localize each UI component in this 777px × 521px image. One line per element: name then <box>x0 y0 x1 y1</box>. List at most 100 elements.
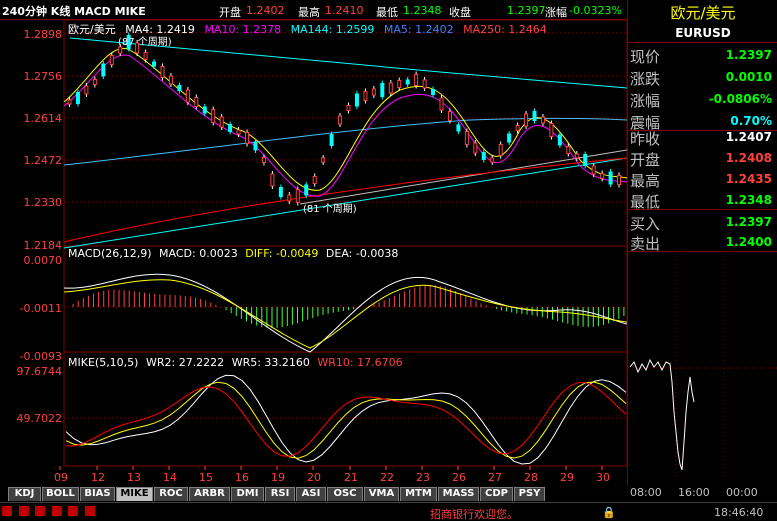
tab-osc[interactable]: OSC <box>327 487 363 501</box>
tab-kdj[interactable]: KDJ <box>8 487 41 501</box>
candle <box>591 165 596 175</box>
x-axis-label: 23 <box>416 471 430 484</box>
trough-annotation: (81 个周期) <box>303 203 357 215</box>
ma4-value: MA4: 1.2419 <box>125 23 195 36</box>
time-label: 16:00 <box>678 486 710 499</box>
low-value: 1.2348 <box>403 4 442 17</box>
candle <box>354 93 359 107</box>
candle <box>380 83 385 97</box>
x-axis-label: 28 <box>524 471 538 484</box>
quote-row: 涨幅 -0.0806% <box>628 88 777 110</box>
tab-psy[interactable]: PSY <box>514 487 545 501</box>
x-axis-ticks <box>59 466 603 470</box>
window-icon[interactable] <box>2 506 12 516</box>
instrument-code: EURUSD <box>675 26 731 40</box>
window-icon[interactable] <box>84 506 95 516</box>
candle <box>414 74 419 86</box>
window-icon[interactable] <box>68 506 78 516</box>
candle <box>152 61 157 67</box>
status-time: 18:46:40 <box>714 506 764 519</box>
close-label: 收盘 <box>449 6 471 19</box>
quote-label: 开盘 <box>630 151 661 169</box>
x-axis-label: 30 <box>596 471 610 484</box>
change-label: 涨幅 <box>545 6 567 19</box>
tab-rsi[interactable]: RSI <box>265 487 295 501</box>
quote-side-panel: 欧元/美元 EURUSD 现价 1.2397 涨跌 0.0010 涨幅 -0.0806% 震… <box>627 0 777 499</box>
tab-dmi[interactable]: DMI <box>231 487 264 501</box>
candle <box>557 134 562 146</box>
candle <box>287 194 292 202</box>
tab-mass[interactable]: MASS <box>438 487 479 501</box>
candle <box>185 89 190 103</box>
x-axis-label: 16 <box>235 471 249 484</box>
tab-boll[interactable]: BOLL <box>42 487 79 501</box>
candle <box>363 91 368 101</box>
candle <box>236 129 241 135</box>
candle <box>388 82 393 94</box>
chart-title-bar: 240分钟 K线 MACD MIKE 开盘 1.2402 最高 1.2410 最… <box>0 0 627 20</box>
tab-asi[interactable]: ASI <box>296 487 326 501</box>
candle <box>211 109 216 123</box>
candle <box>397 80 402 88</box>
quote-value: 1.2407 <box>725 130 772 144</box>
mike-title: MIKE(5,10,5) <box>68 356 139 369</box>
x-axis-label: 13 <box>127 471 141 484</box>
tab-bias[interactable]: BIAS <box>80 487 115 501</box>
candle <box>168 75 173 85</box>
main-legend: 欧元/美元 MA4: 1.2419 MA10: 1.2378 MA144: 1.… <box>68 21 547 37</box>
quote-row: 开盘 1.2408 <box>628 147 777 169</box>
quote-row: 现价 1.2397 <box>628 44 777 66</box>
candle <box>617 175 622 185</box>
tab-cdp[interactable]: CDP <box>480 487 513 501</box>
ma144-value: MA144: 1.2599 <box>290 23 375 36</box>
candle <box>481 152 486 160</box>
quote-value: 1.2408 <box>725 151 772 165</box>
mike-legend: MIKE(5,10,5) WR2: 27.2222 WR5: 33.2160 W… <box>68 356 403 369</box>
symbol-label: 欧元/美元 <box>68 23 116 36</box>
candle <box>219 116 224 128</box>
x-axis-label: 26 <box>452 471 466 484</box>
tab-mtm[interactable]: MTM <box>400 487 437 501</box>
quote-label: 最高 <box>630 172 661 190</box>
x-axis-label: 09 <box>54 471 68 484</box>
x-axis-label: 19 <box>271 471 285 484</box>
tab-mike[interactable]: MIKE <box>116 487 153 501</box>
tab-arbr[interactable]: ARBR <box>189 487 230 501</box>
tab-roc[interactable]: ROC <box>154 487 188 501</box>
window-icon[interactable] <box>51 506 62 516</box>
candle <box>202 106 207 114</box>
chart-title: 240分钟 K线 MACD MIKE <box>2 5 146 18</box>
open-label: 开盘 <box>219 6 241 19</box>
candle <box>228 124 233 132</box>
x-axis-label: 27 <box>488 471 502 484</box>
ma250-value: MA250: 1.2464 <box>463 23 547 36</box>
candle <box>498 144 503 156</box>
wr10-value: WR10: 17.6706 <box>317 356 403 369</box>
instrument-name: 欧元/美元 <box>670 4 736 22</box>
toolbar-icons <box>2 506 98 519</box>
candle <box>566 146 571 154</box>
wr2-value: WR2: 27.2222 <box>145 356 225 369</box>
candle <box>371 88 376 96</box>
candle <box>346 105 351 111</box>
candle <box>507 133 512 143</box>
window-icon[interactable] <box>35 506 45 516</box>
candle <box>92 79 97 85</box>
high-value: 1.2410 <box>325 4 364 17</box>
x-axis-label: 21 <box>344 471 358 484</box>
window-icon[interactable] <box>18 506 29 516</box>
price-axis-label: 1.2184 <box>23 239 63 252</box>
high-label: 最高 <box>298 6 320 19</box>
quote-row: 涨跌 0.0010 <box>628 66 777 88</box>
x-axis-label: 12 <box>91 471 105 484</box>
tab-vma[interactable]: VMA <box>364 487 399 501</box>
candle <box>84 85 89 95</box>
mike-panel-frame <box>63 351 627 467</box>
time-label: 08:00 <box>630 486 662 499</box>
macd-axis-label: -0.0093 <box>19 350 62 363</box>
macd-panel-frame <box>63 245 627 353</box>
mini-time-axis: 08:00 16:00 00:00 <box>630 486 776 499</box>
price-axis-label: 1.2472 <box>23 154 63 167</box>
indicator-tabs: KDJ BOLL BIAS MIKE ROC ARBR DMI RSI ASI OSC VMA MTM… <box>0 486 627 501</box>
macd-title: MACD(26,12,9) <box>68 247 152 260</box>
